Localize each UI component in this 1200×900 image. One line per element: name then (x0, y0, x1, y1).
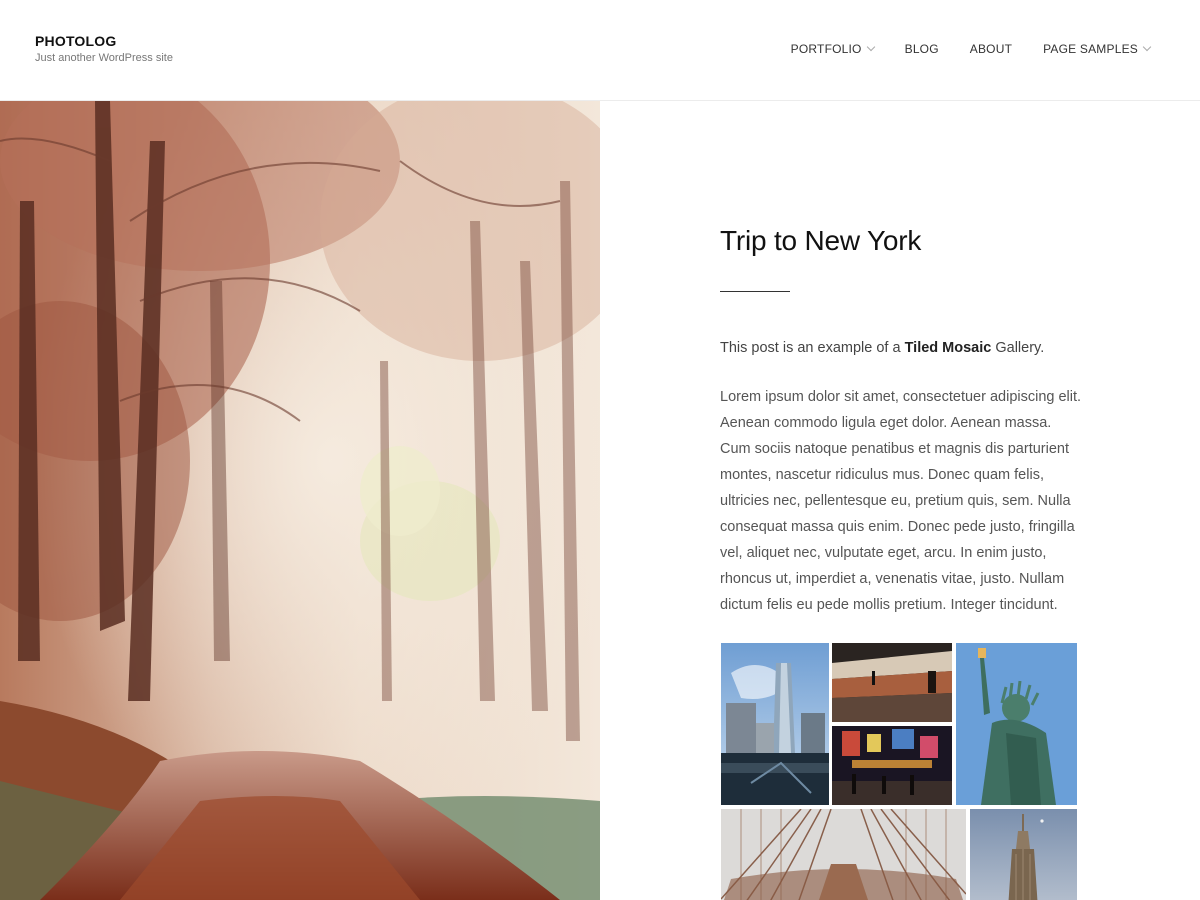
nav-item-label: BLOG (904, 42, 939, 56)
nav-item-label: PAGE SAMPLES (1043, 42, 1138, 56)
nav-item-blog[interactable]: BLOG (905, 40, 939, 58)
hero-image (0, 101, 600, 900)
intro-text-before: This post is an example of a (720, 340, 905, 356)
intro-text-after: Gallery. (991, 340, 1045, 356)
site-header: PHOTOLOG Just another WordPress site POR… (0, 0, 1200, 101)
intro-text-strong: Tiled Mosaic (904, 340, 992, 356)
subway-station-image (832, 643, 952, 722)
gallery-tile-brooklyn-bridge[interactable] (721, 809, 966, 900)
chevron-down-icon (866, 42, 875, 52)
autumn-forest-illustration (0, 101, 600, 900)
chevron-down-icon (1142, 42, 1152, 52)
gallery-tile-empire-state-building[interactable] (970, 809, 1077, 900)
site-description: Just another WordPress site (35, 52, 173, 64)
nav-item-about[interactable]: ABOUT (970, 40, 1012, 58)
post-intro: This post is an example of a Tiled Mosai… (720, 337, 1080, 359)
post-body: Lorem ipsum dolor sit amet, consectetuer… (720, 389, 1082, 613)
gallery-tile-statue-of-liberty[interactable] (956, 643, 1077, 805)
site-branding: PHOTOLOG Just another WordPress site (35, 32, 173, 65)
one-world-trade-center-image (721, 643, 829, 805)
gallery-tile-subway-station[interactable] (832, 643, 952, 722)
nav-item-label: PORTFOLIO (790, 42, 862, 56)
nav-item-page-samples[interactable]: PAGE SAMPLES (1043, 40, 1152, 58)
nav-item-portfolio[interactable]: PORTFOLIO (790, 40, 875, 58)
tiled-mosaic-gallery (721, 643, 1078, 900)
empire-state-building-image (970, 809, 1077, 900)
site-title-link[interactable]: PHOTOLOG (35, 32, 173, 50)
gallery-tile-one-world-trade-center[interactable] (721, 643, 829, 805)
title-divider (720, 291, 790, 292)
gallery-tile-times-square[interactable] (832, 726, 952, 805)
primary-nav: PORTFOLIO BLOG ABOUT PAGE SAMPLES (760, 40, 1152, 58)
statue-of-liberty-image (956, 643, 1077, 805)
brooklyn-bridge-image (721, 809, 966, 900)
nav-item-label: ABOUT (969, 42, 1013, 56)
post-title[interactable]: Trip to New York (720, 225, 921, 257)
times-square-image (832, 726, 952, 805)
